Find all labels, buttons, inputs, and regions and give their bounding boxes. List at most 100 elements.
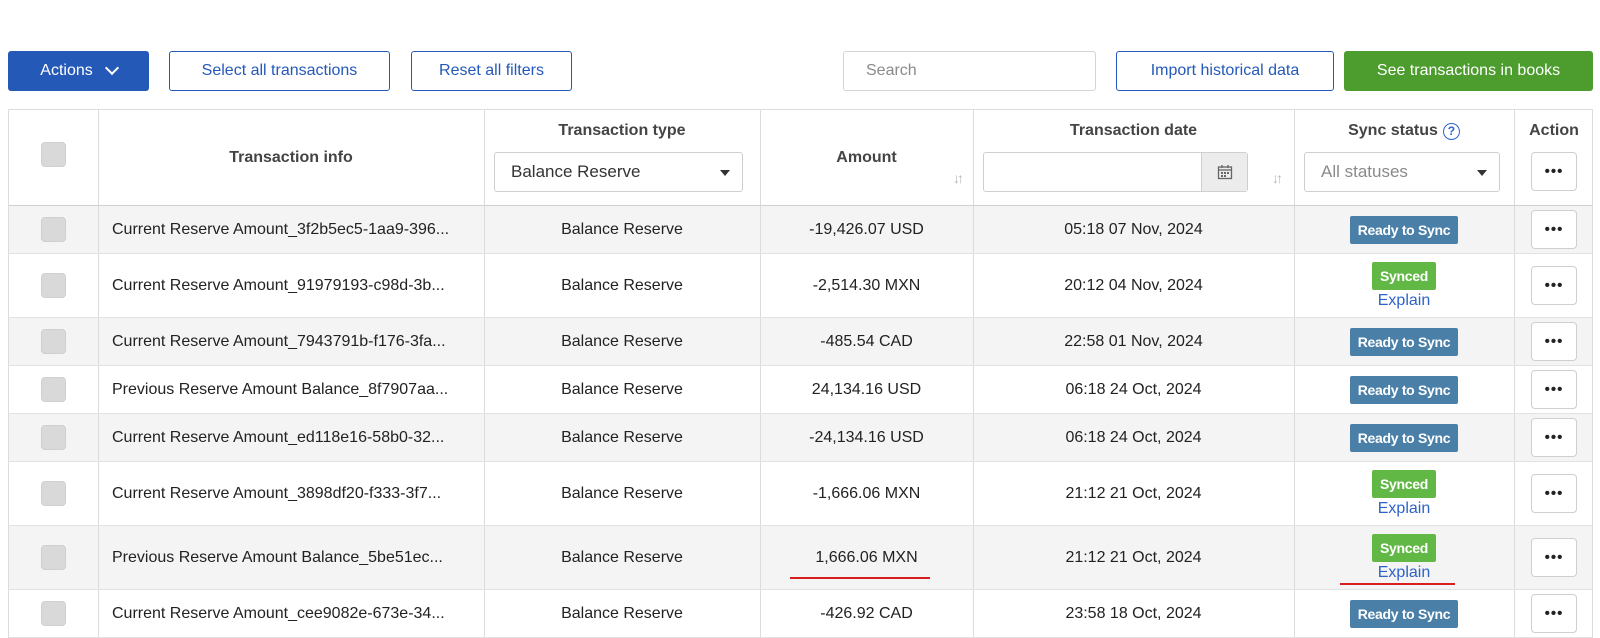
row-checkbox[interactable] <box>41 217 66 242</box>
status-badge: Ready to Sync <box>1349 375 1459 404</box>
row-action-cell: ••• <box>1514 462 1594 525</box>
table-row[interactable]: Previous Reserve Amount Balance_8f7907aa… <box>9 366 1592 414</box>
table-row[interactable]: Current Reserve Amount_3f2b5ec5-1aa9-396… <box>9 206 1592 254</box>
help-icon[interactable]: ? <box>1442 122 1460 140</box>
status-badge: Ready to Sync <box>1349 327 1459 356</box>
row-more-button[interactable]: ••• <box>1531 370 1577 409</box>
transaction-type: Balance Reserve <box>561 276 683 294</box>
sort-amount-icon[interactable]: ↓↑ <box>953 170 964 186</box>
explain-link[interactable]: Explain <box>1378 500 1430 518</box>
sync-status-cell: Ready to Sync <box>1294 318 1514 365</box>
row-more-button[interactable]: ••• <box>1531 538 1577 577</box>
header-transaction-date: Transaction date <box>1069 122 1198 139</box>
actions-dropdown-button[interactable]: Actions <box>8 51 149 91</box>
row-checkbox-cell <box>9 462 98 525</box>
sync-status-filter-select[interactable]: All statuses <box>1304 152 1500 192</box>
row-more-button[interactable]: ••• <box>1531 418 1577 457</box>
status-badge: Synced <box>1372 261 1436 290</box>
transactions-table: Transaction info Transaction type Balanc… <box>8 109 1593 638</box>
import-historical-data-button[interactable]: Import historical data <box>1116 51 1334 91</box>
row-action-cell: ••• <box>1514 366 1594 413</box>
header-type-cell: Transaction type Balance Reserve <box>484 110 760 205</box>
sync-status-cell: Ready to Sync <box>1294 414 1514 461</box>
row-checkbox[interactable] <box>41 377 66 402</box>
table-row[interactable]: Previous Reserve Amount Balance_5be51ec.… <box>9 526 1592 590</box>
more-icon: ••• <box>1531 152 1577 191</box>
sync-status-cell: Synced Explain <box>1294 462 1514 525</box>
row-action-cell: ••• <box>1514 414 1594 461</box>
row-action-cell: ••• <box>1514 206 1594 253</box>
sync-status-cell: Synced Explain <box>1294 526 1514 589</box>
transaction-amount: -1,666.06 MXN <box>812 484 921 502</box>
row-more-button[interactable]: ••• <box>1531 474 1577 513</box>
select-all-checkbox[interactable] <box>41 142 66 167</box>
row-checkbox[interactable] <box>41 425 66 450</box>
row-more-button[interactable]: ••• <box>1531 322 1577 361</box>
table-row[interactable]: Current Reserve Amount_7943791b-f176-3fa… <box>9 318 1592 366</box>
explain-link[interactable]: Explain <box>1378 564 1430 582</box>
status-badge: Ready to Sync <box>1349 599 1459 628</box>
status-badge: Synced <box>1372 469 1436 498</box>
table-row[interactable]: Current Reserve Amount_91979193-c98d-3b.… <box>9 254 1592 318</box>
transaction-amount: -426.92 CAD <box>820 604 913 622</box>
row-more-button[interactable]: ••• <box>1531 210 1577 249</box>
transaction-info[interactable]: Current Reserve Amount_3f2b5ec5-1aa9-396… <box>98 206 484 253</box>
transaction-date-filter-input[interactable] <box>983 152 1248 192</box>
toolbar: Actions Select all transactions Reset al… <box>0 0 1600 100</box>
transaction-info[interactable]: Current Reserve Amount_7943791b-f176-3fa… <box>98 318 484 365</box>
transaction-info[interactable]: Current Reserve Amount_ed118e16-58b0-32.… <box>98 414 484 461</box>
row-checkbox[interactable] <box>41 329 66 354</box>
table-row[interactable]: Current Reserve Amount_3898df20-f333-3f7… <box>9 462 1592 526</box>
transaction-info[interactable]: Current Reserve Amount_3898df20-f333-3f7… <box>98 462 484 525</box>
transaction-amount: 24,134.16 USD <box>811 380 922 398</box>
caret-down-icon <box>1477 170 1487 176</box>
transaction-info[interactable]: Current Reserve Amount_cee9082e-673e-34.… <box>98 590 484 637</box>
row-checkbox-cell <box>9 590 98 637</box>
transaction-info[interactable]: Previous Reserve Amount Balance_5be51ec.… <box>98 526 484 589</box>
row-checkbox-cell <box>9 366 98 413</box>
reset-all-filters-button[interactable]: Reset all filters <box>411 51 572 91</box>
calendar-icon[interactable] <box>1201 153 1247 191</box>
explain-link[interactable]: Explain <box>1378 292 1430 310</box>
transaction-type-filter-select[interactable]: Balance Reserve <box>494 152 743 192</box>
transaction-date: 20:12 04 Nov, 2024 <box>1064 276 1203 294</box>
row-checkbox[interactable] <box>41 273 66 298</box>
row-checkbox[interactable] <box>41 545 66 570</box>
row-action-cell: ••• <box>1514 254 1594 317</box>
transaction-date: 21:12 21 Oct, 2024 <box>1065 484 1202 502</box>
search-input[interactable] <box>843 51 1096 91</box>
sync-status-cell: Ready to Sync <box>1294 206 1514 253</box>
transaction-date: 06:18 24 Oct, 2024 <box>1065 428 1202 446</box>
transaction-type-filter-value: Balance Reserve <box>511 162 641 181</box>
row-action-cell: ••• <box>1514 590 1594 637</box>
row-more-button[interactable]: ••• <box>1531 594 1577 633</box>
header-transaction-type: Transaction type <box>558 122 686 139</box>
row-checkbox[interactable] <box>41 601 66 626</box>
select-all-transactions-button[interactable]: Select all transactions <box>169 51 390 91</box>
transaction-type: Balance Reserve <box>561 220 683 238</box>
bulk-action-button[interactable]: ••• <box>1531 152 1577 191</box>
transaction-type: Balance Reserve <box>561 428 683 446</box>
sync-status-cell: Ready to Sync <box>1294 366 1514 413</box>
see-transactions-in-books-button[interactable]: See transactions in books <box>1344 51 1593 91</box>
header-checkbox-cell <box>9 110 98 205</box>
row-checkbox[interactable] <box>41 481 66 506</box>
transaction-info[interactable]: Current Reserve Amount_91979193-c98d-3b.… <box>98 254 484 317</box>
transaction-type: Balance Reserve <box>561 484 683 502</box>
header-amount: Amount <box>836 148 897 166</box>
transaction-date: 05:18 07 Nov, 2024 <box>1064 220 1203 238</box>
transaction-amount: -24,134.16 USD <box>809 428 924 446</box>
transaction-amount: -2,514.30 MXN <box>812 276 921 294</box>
chevron-down-icon <box>104 60 119 76</box>
transaction-date: 22:58 01 Nov, 2024 <box>1064 332 1203 350</box>
table-row[interactable]: Current Reserve Amount_cee9082e-673e-34.… <box>9 590 1592 638</box>
transaction-info[interactable]: Previous Reserve Amount Balance_8f7907aa… <box>98 366 484 413</box>
table-row[interactable]: Current Reserve Amount_ed118e16-58b0-32.… <box>9 414 1592 462</box>
sort-date-icon[interactable]: ↓↑ <box>1272 170 1283 186</box>
header-date-cell: Transaction date ↓↑ <box>973 110 1294 205</box>
row-action-cell: ••• <box>1514 526 1594 589</box>
row-more-button[interactable]: ••• <box>1531 266 1577 305</box>
row-checkbox-cell <box>9 318 98 365</box>
explain-annotation-underline <box>1340 583 1455 585</box>
amount-annotation-underline <box>790 577 930 579</box>
